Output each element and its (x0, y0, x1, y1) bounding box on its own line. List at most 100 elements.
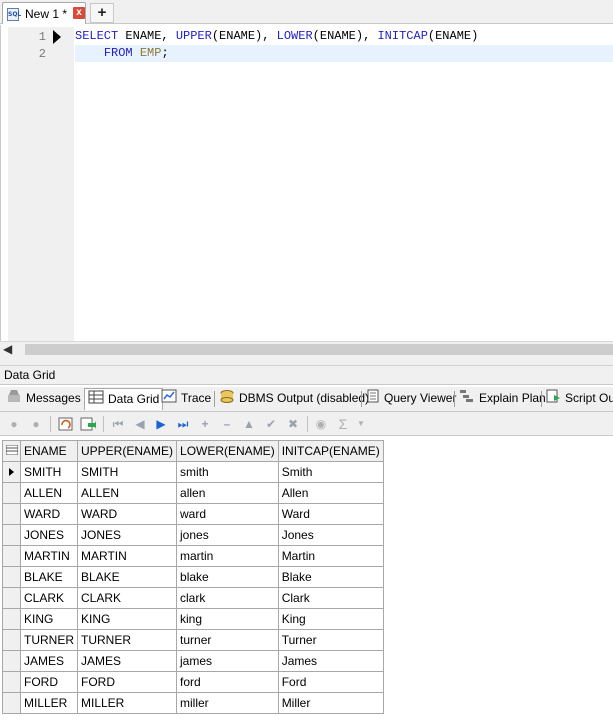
row-indicator[interactable] (2, 461, 21, 483)
table-cell[interactable]: james (176, 650, 279, 672)
column-header[interactable]: ENAME (20, 440, 78, 462)
table-cell[interactable]: JONES (20, 524, 78, 546)
table-cell[interactable]: CLARK (76, 587, 178, 609)
column-header[interactable]: INITCAP(ENAME) (277, 440, 384, 462)
table-cell[interactable]: jones (176, 524, 279, 546)
row-indicator[interactable] (2, 629, 21, 651)
table-cell[interactable]: CLARK (20, 587, 78, 609)
tab-trace[interactable]: Trace (161, 388, 211, 410)
close-tab-button[interactable]: x (73, 7, 85, 19)
table-cell[interactable]: miller (176, 692, 279, 714)
row-indicator[interactable] (2, 482, 21, 504)
table-cell[interactable]: SMITH (20, 461, 78, 483)
table-cell[interactable]: FORD (20, 671, 78, 693)
table-cell[interactable]: TURNER (20, 629, 78, 651)
table-cell[interactable]: JAMES (20, 650, 78, 672)
table-cell[interactable]: blake (176, 566, 279, 588)
table-cell[interactable]: clark (176, 587, 279, 609)
table-cell[interactable]: King (277, 608, 384, 630)
table-cell[interactable]: JAMES (76, 650, 178, 672)
row-indicator[interactable] (2, 671, 21, 693)
filter-icon[interactable]: ◉ (313, 416, 329, 432)
table-cell[interactable]: turner (176, 629, 279, 651)
table-cell[interactable]: MARTIN (20, 545, 78, 567)
insert-record-icon[interactable]: + (197, 416, 213, 432)
table-cell[interactable]: WARD (20, 503, 78, 525)
row-indicator[interactable] (2, 650, 21, 672)
table-row[interactable]: JAMES JAMES james James (2, 650, 384, 672)
table-cell[interactable]: Martin (277, 545, 384, 567)
row-indicator[interactable] (2, 566, 21, 588)
tab-data-grid[interactable]: Data Grid (84, 388, 164, 410)
table-cell[interactable]: ward (176, 503, 279, 525)
code-line-1[interactable]: SELECT ENAME, UPPER(ENAME), LOWER(ENAME)… (75, 28, 478, 45)
next-record-icon[interactable]: ▶ (153, 416, 169, 432)
lock-icon[interactable]: ● (6, 416, 22, 432)
row-indicator[interactable] (2, 587, 21, 609)
row-indicator[interactable] (2, 503, 21, 525)
table-cell[interactable]: ALLEN (20, 482, 78, 504)
export-grid-icon[interactable] (80, 416, 97, 432)
table-cell[interactable]: MILLER (76, 692, 178, 714)
table-cell[interactable]: martin (176, 545, 279, 567)
sql-editor[interactable]: 1 2 SELECT ENAME, UPPER(ENAME), LOWER(EN… (0, 25, 613, 343)
table-cell[interactable]: Allen (277, 482, 384, 504)
table-cell[interactable]: BLAKE (20, 566, 78, 588)
row-indicator[interactable] (2, 692, 21, 714)
table-row[interactable]: TURNER TURNER turner Turner (2, 629, 384, 651)
tab-explain-plan[interactable]: Explain Plan (459, 388, 546, 410)
table-cell[interactable]: smith (176, 461, 279, 483)
table-row[interactable]: JONES JONES jones Jones (2, 524, 384, 546)
table-cell[interactable]: MARTIN (76, 545, 178, 567)
delete-record-icon[interactable]: – (219, 416, 235, 432)
row-indicator[interactable] (2, 545, 21, 567)
unlock-icon[interactable]: ● (28, 416, 44, 432)
column-header[interactable]: LOWER(ENAME) (176, 440, 279, 462)
table-row[interactable]: KING KING king King (2, 608, 384, 630)
first-record-icon[interactable]: ⏮ (110, 416, 126, 432)
table-cell[interactable]: ALLEN (76, 482, 178, 504)
table-cell[interactable]: KING (20, 608, 78, 630)
table-cell[interactable]: Blake (277, 566, 384, 588)
edit-record-icon[interactable]: ▲ (241, 416, 257, 432)
table-cell[interactable]: BLAKE (76, 566, 178, 588)
refresh-grid-icon[interactable] (58, 416, 74, 432)
table-cell[interactable]: James (277, 650, 384, 672)
table-row[interactable]: CLARK CLARK clark Clark (2, 587, 384, 609)
table-cell[interactable]: WARD (76, 503, 178, 525)
select-all-icon[interactable] (2, 440, 21, 462)
table-row[interactable]: MARTIN MARTIN martin Martin (2, 545, 384, 567)
post-edit-icon[interactable]: ✔ (263, 416, 279, 432)
table-row[interactable]: BLAKE BLAKE blake Blake (2, 566, 384, 588)
table-cell[interactable]: Miller (277, 692, 384, 714)
table-cell[interactable]: MILLER (20, 692, 78, 714)
table-row[interactable]: ALLEN ALLEN allen Allen (2, 482, 384, 504)
scrollbar-thumb[interactable] (25, 344, 613, 355)
table-cell[interactable]: FORD (76, 671, 178, 693)
table-cell[interactable]: TURNER (76, 629, 178, 651)
table-cell[interactable]: Jones (277, 524, 384, 546)
table-row[interactable]: WARD WARD ward Ward (2, 503, 384, 525)
table-cell[interactable]: JONES (76, 524, 178, 546)
editor-horizontal-scrollbar[interactable]: ◀ (0, 341, 613, 356)
table-cell[interactable]: Ford (277, 671, 384, 693)
table-cell[interactable]: ford (176, 671, 279, 693)
table-row[interactable]: SMITH SMITH smith Smith (2, 461, 384, 483)
table-cell[interactable]: king (176, 608, 279, 630)
last-record-icon[interactable]: ⏭ (175, 416, 191, 432)
table-cell[interactable]: Clark (277, 587, 384, 609)
table-cell[interactable]: SMITH (76, 461, 178, 483)
tab-dbms-output[interactable]: DBMS Output (disabled) (219, 388, 369, 410)
new-tab-button[interactable]: + (90, 3, 114, 23)
table-row[interactable]: FORD FORD ford Ford (2, 671, 384, 693)
table-cell[interactable]: Smith (277, 461, 384, 483)
table-cell[interactable]: Turner (277, 629, 384, 651)
previous-record-icon[interactable]: ◀ (132, 416, 148, 432)
cancel-edit-icon[interactable]: ✖ (285, 416, 301, 432)
tab-new-1[interactable]: SQL New 1 * x (2, 2, 86, 24)
tab-messages[interactable]: Messages (6, 388, 81, 410)
table-cell[interactable]: KING (76, 608, 178, 630)
code-line-2[interactable]: FROM EMP; (75, 45, 613, 62)
row-indicator[interactable] (2, 608, 21, 630)
scroll-left-icon[interactable]: ◀ (3, 342, 12, 356)
